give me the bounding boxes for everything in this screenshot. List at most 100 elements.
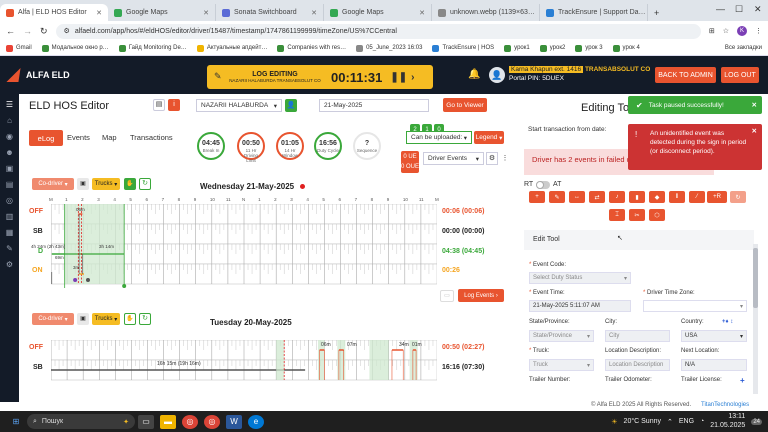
truck-icon[interactable]: ▣: [0, 160, 19, 176]
close-icon[interactable]: ✕: [752, 101, 757, 109]
close-window-icon[interactable]: ✕: [754, 4, 762, 15]
taskbar-search[interactable]: ⌕ Пошук ✦: [27, 414, 135, 429]
day2-log-grid[interactable]: [51, 340, 437, 384]
bookmark-item[interactable]: TrackEnsure | HOS: [432, 44, 494, 52]
clock[interactable]: 13:11 21.05.2025: [710, 413, 745, 430]
go-to-viewer-button[interactable]: Go to Viewer: [443, 98, 487, 112]
codriver-dropdown[interactable]: Co-driver ▾: [32, 178, 74, 190]
chart-icon[interactable]: ▦: [0, 224, 19, 240]
event-time-input[interactable]: 21-May-2025 5:11:07 AM: [529, 300, 631, 312]
file-explorer-icon[interactable]: ▬: [160, 414, 176, 429]
driver-select[interactable]: NAZARII HALABURDA ▾: [196, 99, 282, 112]
back-icon[interactable]: ←: [6, 26, 15, 36]
menu-kebab-icon[interactable]: ⋮: [755, 27, 762, 35]
swap-arrows-icon[interactable]: +♦ ↕: [722, 319, 733, 325]
columns-icon[interactable]: ⦀: [669, 191, 685, 203]
logout-button[interactable]: LOG OUT: [721, 67, 759, 83]
language-indicator[interactable]: ENG: [679, 418, 694, 425]
alfa-eld-logo[interactable]: ALFA ELD: [6, 68, 70, 82]
date-picker[interactable]: 21-May-2025: [319, 99, 429, 112]
location-description-input[interactable]: Location Description: [605, 359, 670, 371]
edit-icon[interactable]: ✎: [549, 191, 565, 203]
trucks-dropdown[interactable]: Trucks ▾: [92, 178, 120, 190]
word-icon[interactable]: W: [226, 414, 242, 429]
close-tab-icon[interactable]: ✕: [96, 9, 102, 17]
sign-icon[interactable]: ✋: [124, 313, 136, 325]
wrench-icon[interactable]: ✎: [0, 240, 19, 256]
extensions-icon[interactable]: ⊞: [709, 27, 715, 35]
document-icon[interactable]: ▤: [153, 99, 165, 111]
bell-icon[interactable]: ♪: [609, 191, 625, 203]
chrome-icon[interactable]: ◎: [204, 414, 220, 429]
all-bookmarks-link[interactable]: Все закладки: [725, 45, 762, 51]
close-tab-icon[interactable]: ✕: [419, 9, 425, 17]
new-tab-icon[interactable]: +: [648, 4, 665, 21]
country-select[interactable]: USA ▾: [681, 330, 747, 342]
settings-icon[interactable]: ⚙: [486, 152, 498, 165]
swap-icon[interactable]: ⇄: [589, 191, 605, 203]
user-avatar[interactable]: 👤: [489, 67, 505, 83]
driver-events-select[interactable]: Driver Events ▾: [423, 152, 484, 165]
bookmark-item[interactable]: урок 3: [575, 44, 603, 52]
tab-transactions[interactable]: Transactions: [130, 133, 173, 142]
bookmark-star-icon[interactable]: ☆: [723, 27, 729, 35]
codriver-dropdown[interactable]: Co-driver ▾: [32, 313, 74, 325]
kebab-icon[interactable]: ⋮: [500, 152, 510, 165]
driver-profile-icon[interactable]: 👤: [285, 99, 297, 112]
chrome-icon[interactable]: ◎: [182, 414, 198, 429]
sign-icon[interactable]: ✋: [124, 178, 136, 190]
browser-tab[interactable]: unknown.webp (1139×63…✕: [432, 4, 540, 21]
tab-events[interactable]: Events: [67, 133, 90, 142]
add-event-icon[interactable]: +: [529, 191, 545, 203]
tab-map[interactable]: Map: [102, 133, 117, 142]
add-trailer-icon[interactable]: +: [740, 376, 745, 385]
bookmark-item[interactable]: урок1: [504, 44, 530, 52]
driver-icon[interactable]: ◉: [0, 128, 19, 144]
wand-icon[interactable]: ⁄: [689, 191, 705, 203]
bookmark-item[interactable]: Companies with res…: [277, 44, 346, 52]
comment-icon[interactable]: ▭: [440, 290, 454, 302]
bookmark-item[interactable]: Gmail: [6, 44, 32, 52]
compress-icon[interactable]: ⌶: [609, 209, 625, 221]
bookmark-item[interactable]: Актуальные апдейт…: [196, 44, 267, 52]
scrollbar[interactable]: [753, 244, 758, 394]
browser-tab[interactable]: Google Maps ✕: [324, 4, 432, 21]
task-view-icon[interactable]: ▭: [138, 414, 154, 429]
log-events-button[interactable]: Log Events ›: [458, 289, 504, 302]
state-select[interactable]: State/Province ▾: [529, 330, 594, 342]
shield-icon[interactable]: ◆: [649, 191, 665, 203]
tab-elog[interactable]: eLog: [29, 130, 63, 146]
truck-icon[interactable]: ▣: [77, 313, 89, 325]
settings-icon[interactable]: ⚙: [0, 256, 19, 272]
truck-icon[interactable]: ▣: [77, 178, 89, 190]
minimize-icon[interactable]: —: [716, 4, 725, 14]
bookmark-item[interactable]: Модальное окно р…: [41, 44, 109, 52]
bookmark-item[interactable]: 05_June_2023 16:03: [356, 44, 422, 52]
wifi-icon[interactable]: ◔: [700, 418, 704, 425]
signal-icon[interactable]: ◎: [0, 192, 19, 208]
notifications-bell-icon[interactable]: 🔔: [468, 69, 480, 80]
chevron-right-icon[interactable]: ›: [411, 72, 414, 83]
cut-icon[interactable]: ✂: [629, 209, 645, 221]
maximize-icon[interactable]: ☐: [735, 4, 743, 15]
add-r-icon[interactable]: +R: [707, 191, 727, 203]
move-icon[interactable]: ↔: [569, 191, 585, 203]
forward-icon[interactable]: →: [23, 26, 32, 36]
windows-start-icon[interactable]: ⊞: [8, 415, 24, 429]
bookmark-item[interactable]: урок 4: [612, 44, 640, 52]
weather-text[interactable]: 20°C Sunny: [624, 418, 661, 425]
home-icon[interactable]: ⌂: [0, 112, 19, 128]
site-info-icon[interactable]: ⚙: [64, 27, 70, 35]
close-tab-icon[interactable]: ✕: [311, 9, 317, 17]
browser-tab[interactable]: TrackEnsure | Support Da…✕: [540, 4, 648, 21]
close-icon[interactable]: ✕: [752, 128, 757, 137]
refresh-icon[interactable]: ↻: [730, 191, 746, 203]
partner-logo[interactable]: TitanTechnologies: [701, 402, 749, 408]
city-input[interactable]: City: [605, 330, 670, 342]
browser-tab[interactable]: Sonata Switchboard ✕: [216, 4, 324, 21]
next-location-input[interactable]: N/A: [681, 359, 747, 371]
url-field[interactable]: ⚙ alfaeld.com/app/hos/#/eldHOS/editor/dr…: [55, 23, 701, 39]
bookmark-item[interactable]: Гайд Monitoring De…: [118, 44, 187, 52]
browser-tab[interactable]: Alfa | ELD HOS Editor ✕: [0, 4, 108, 21]
hamburger-menu-icon[interactable]: ☰: [0, 96, 19, 112]
